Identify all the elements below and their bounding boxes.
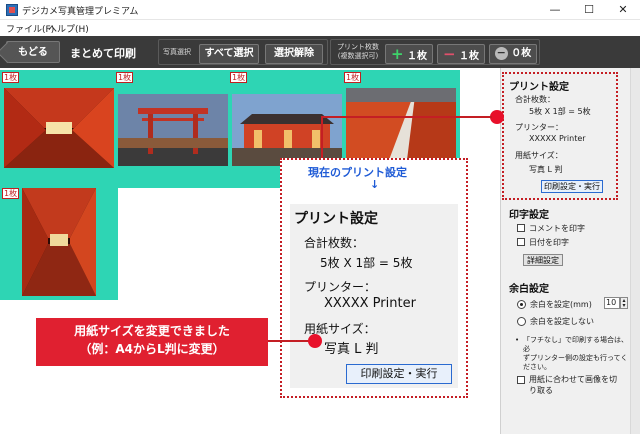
plus-icon: + <box>390 45 404 63</box>
sidebar-scrollbar[interactable] <box>630 68 640 434</box>
bullet-dot: • <box>515 336 520 344</box>
zoom-total-label: 合計枚数： <box>304 236 365 250</box>
fit-crop-checkbox[interactable] <box>517 376 525 384</box>
photo-thumbnail[interactable] <box>346 88 456 168</box>
borderless-note-1: 「フチなし」で印刷する場合は、必 <box>523 336 628 353</box>
window-title: デジカメ写真管理プレミアム <box>22 7 139 17</box>
maximize-button[interactable]: ☐ <box>572 0 606 20</box>
margin-value-input[interactable]: 10 <box>604 297 620 309</box>
count-badge: 1枚 <box>2 72 20 83</box>
select-label: 写真選択 <box>163 48 191 56</box>
caption-arrow-icon: ↓ <box>370 178 380 191</box>
photo-thumbnail[interactable] <box>22 188 96 296</box>
connector-line-vertical <box>321 116 323 160</box>
zero-label: ０枚 <box>511 48 532 59</box>
count-badge: 1枚 <box>230 72 248 83</box>
back-button[interactable]: もどる <box>6 41 60 63</box>
print-count-label-1: プリント枚数 <box>337 43 379 51</box>
zoom-panel: プリント設定 合計枚数： 5枚 X 1部 = 5枚 プリンター： XXXXX P… <box>290 204 458 388</box>
menu-bar: ファイル(F) ヘルプ(H) <box>0 20 640 36</box>
title-bar: デジカメ写真管理プレミアム — ☐ ✕ <box>0 0 640 20</box>
minus-one-button[interactable]: − １枚 <box>437 44 485 64</box>
banner-line-2: （例：A4からL判に変更） <box>79 342 225 356</box>
borderless-note-2: ずプリンター側の設定も行ってください。 <box>523 354 628 371</box>
plus-one-label: １枚 <box>407 51 428 62</box>
zoom-callout: 現在のプリント設定 ↓ プリント設定 合計枚数： 5枚 X 1部 = 5枚 プリ… <box>280 158 468 398</box>
zoom-total-value: 5枚 X 1部 = 5枚 <box>320 256 413 270</box>
menu-help[interactable]: ヘルプ(H) <box>48 22 89 35</box>
minimize-button[interactable]: — <box>538 0 572 20</box>
banner-line-1: 用紙サイズを変更できました <box>74 324 230 338</box>
minus-one-label: １枚 <box>459 51 480 62</box>
sidebar-highlight-frame <box>502 72 618 200</box>
margin-none-label: 余白を設定しない <box>530 317 594 326</box>
zoom-printer-label: プリンター： <box>304 280 377 294</box>
zoom-printer-value: XXXXX Printer <box>324 296 416 311</box>
photo-torii-corridor <box>346 88 456 168</box>
app-icon <box>6 4 18 16</box>
detail-settings-button[interactable]: 詳細設定 <box>523 254 563 266</box>
callout-caption: 現在のプリント設定 <box>308 166 407 179</box>
page-title: まとめて印刷 <box>70 47 136 60</box>
print-count-group: プリント枚数 (複数選択可) + １枚 − １枚 − ０枚 <box>330 39 540 65</box>
close-button[interactable]: ✕ <box>606 0 640 20</box>
minus-icon: − <box>442 45 456 63</box>
zoom-print-button: 印刷設定・実行 <box>346 364 452 384</box>
menu-file[interactable]: ファイル(F) <box>6 22 54 35</box>
fit-crop-label-1: 用紙に合わせて画像を切 <box>529 375 617 384</box>
photo-torii-gate <box>118 94 228 166</box>
connector-line <box>322 116 492 118</box>
select-all-button[interactable]: すべて選択 <box>199 44 259 64</box>
back-label: もどる <box>18 47 48 58</box>
photo-thumbnail[interactable] <box>118 94 228 166</box>
fit-crop-label: 用紙に合わせて画像を切 り取る <box>529 374 629 396</box>
connector-dot <box>490 110 504 124</box>
zero-circle-icon: − <box>494 45 508 60</box>
margin-settings-title: 余白設定 <box>509 284 549 295</box>
photo-thumbnail[interactable] <box>4 88 114 168</box>
count-badge: 1枚 <box>344 72 362 83</box>
borderless-note: 「フチなし」で印刷する場合は、必 ずプリンター側の設定も行ってください。 <box>523 336 629 372</box>
change-banner: 用紙サイズを変更できました （例：A4からL判に変更） <box>36 318 268 366</box>
photo-shrine <box>232 94 342 166</box>
photo-torii-tunnel <box>4 88 114 168</box>
margin-spinner[interactable]: ▴ ▾ <box>620 297 628 309</box>
deselect-button[interactable]: 選択解除 <box>265 44 323 64</box>
photo-torii-tunnel-vertical <box>22 188 96 296</box>
zoom-title: プリント設定 <box>294 211 378 227</box>
date-label: 日付を印字 <box>529 238 569 247</box>
margin-none-radio[interactable] <box>517 317 526 326</box>
banner-connector-dot <box>308 334 322 348</box>
print-count-label: プリント枚数 (複数選択可) <box>333 43 383 61</box>
photo-thumbnail[interactable] <box>232 94 342 166</box>
zoom-paper-value: 写真 L 判 <box>324 342 379 357</box>
date-checkbox[interactable] <box>517 238 525 246</box>
count-badge: 1枚 <box>2 188 20 199</box>
zero-button[interactable]: − ０枚 <box>489 44 537 64</box>
margin-set-radio[interactable] <box>517 300 526 309</box>
margin-set-label: 余白を設定(mm) <box>530 300 592 309</box>
select-group: 写真選択 すべて選択 選択解除 <box>158 39 328 65</box>
plus-one-button[interactable]: + １枚 <box>385 44 433 64</box>
comment-checkbox[interactable] <box>517 224 525 232</box>
fit-crop-label-2: り取る <box>529 386 553 395</box>
imprint-settings-title: 印字設定 <box>509 210 549 221</box>
comment-label: コメントを印字 <box>529 224 585 233</box>
count-badge: 1枚 <box>116 72 134 83</box>
print-count-label-2: (複数選択可) <box>337 52 379 60</box>
toolbar: もどる まとめて印刷 写真選択 すべて選択 選択解除 プリント枚数 (複数選択可)… <box>0 36 640 68</box>
